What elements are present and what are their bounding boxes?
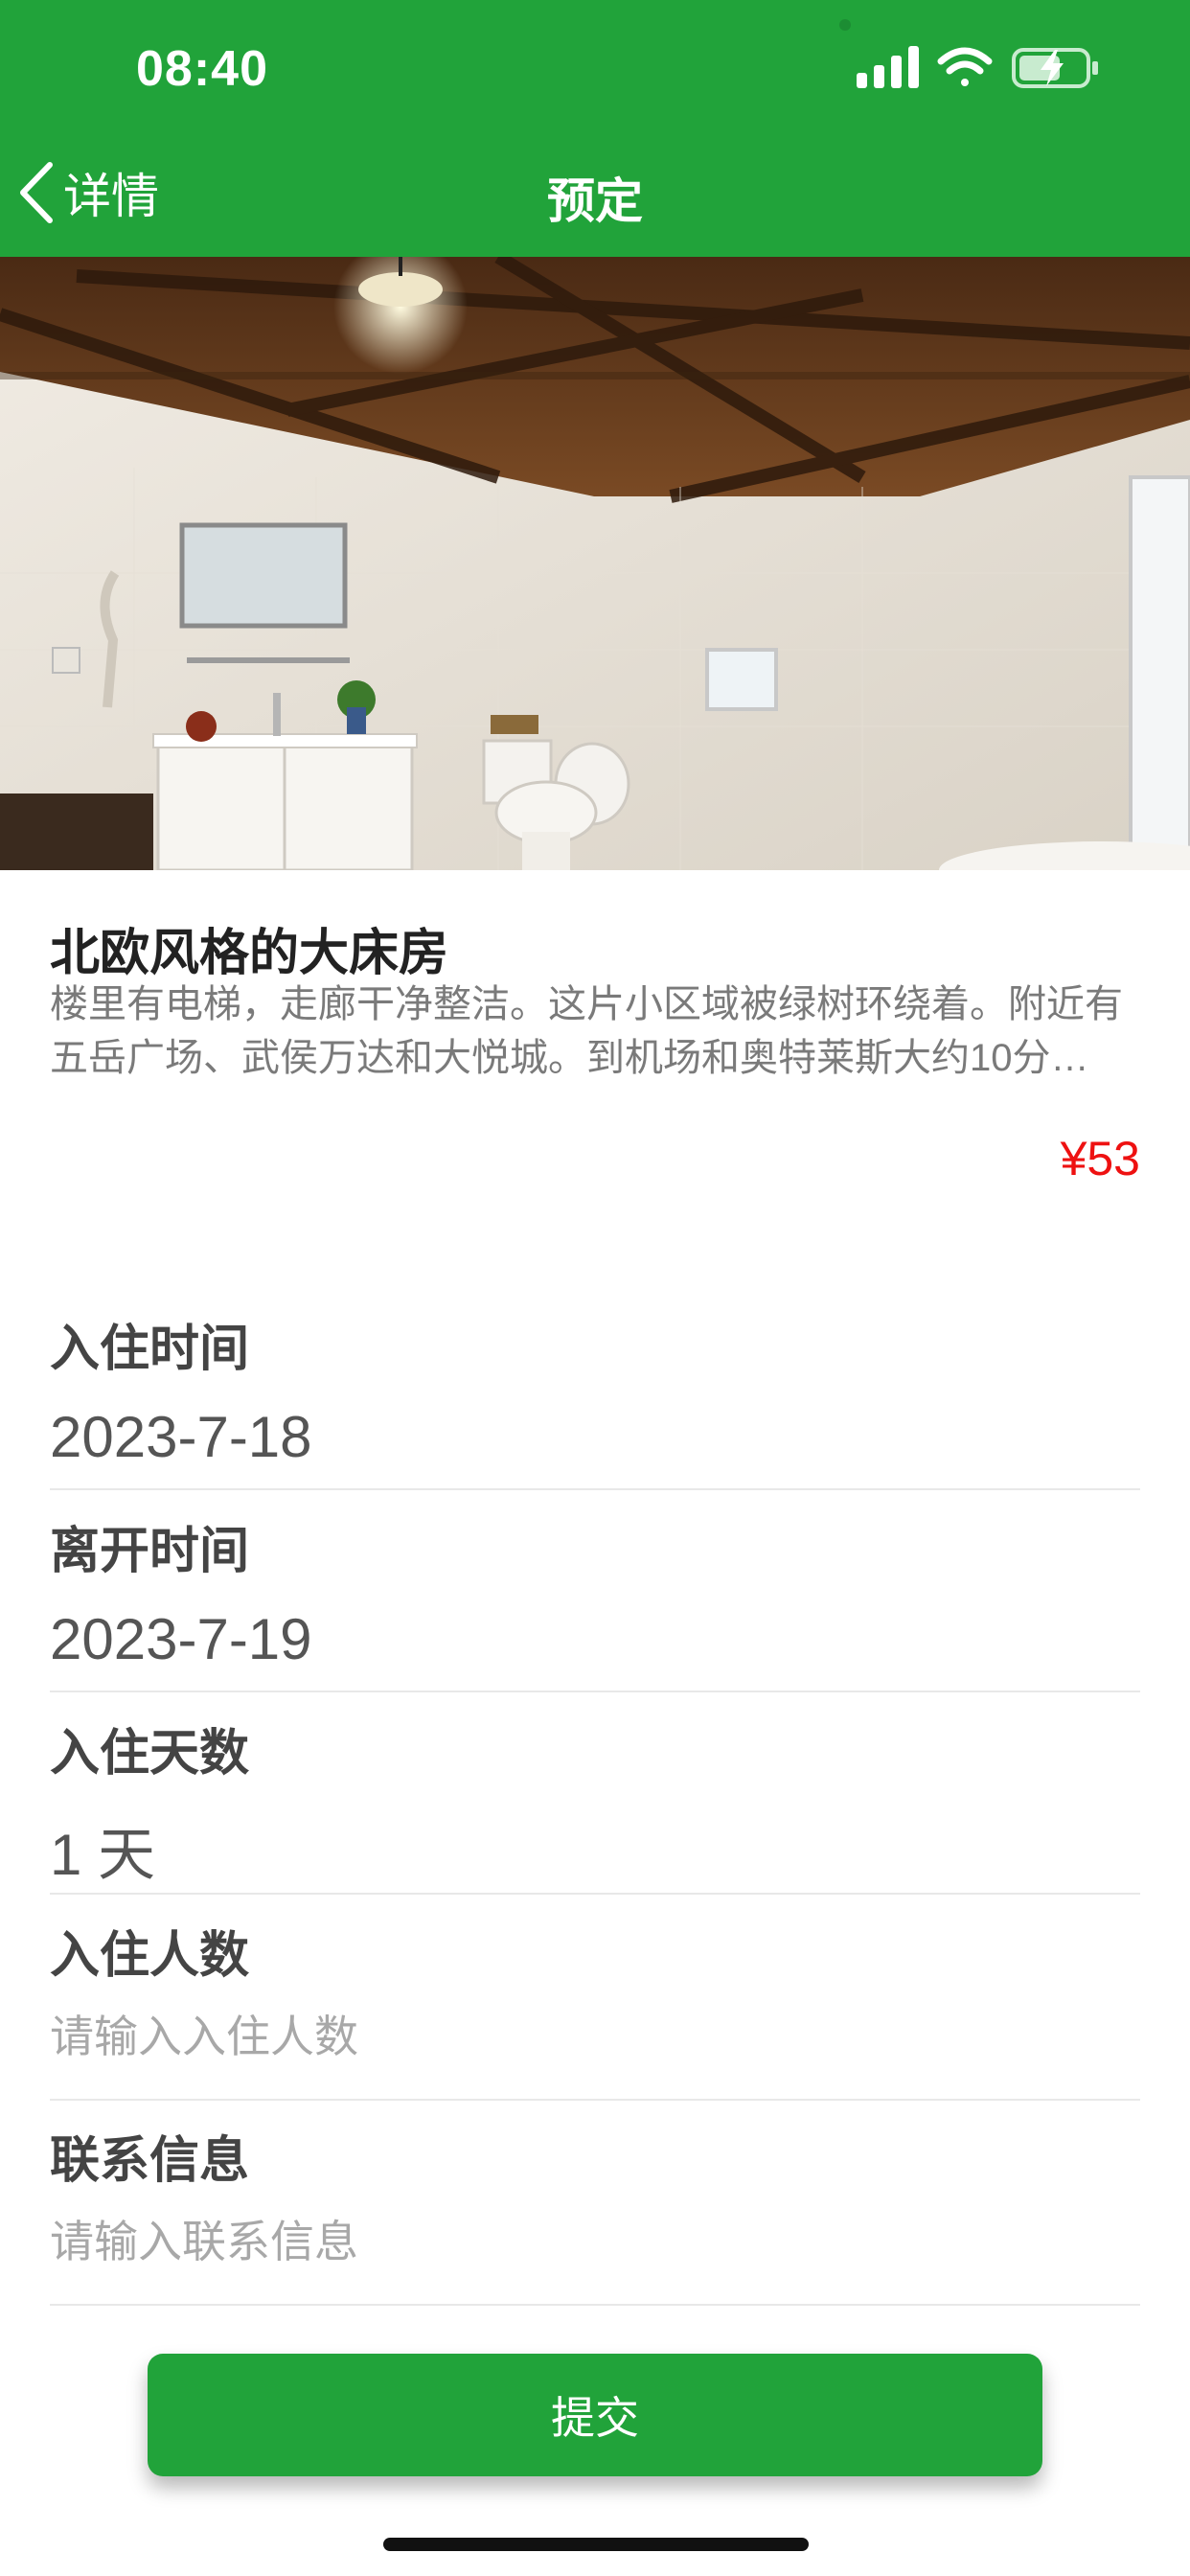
guests-field[interactable]: 入住人数 <box>50 1915 1140 2101</box>
guests-input[interactable] <box>50 2011 1104 2062</box>
nights-field: 入住天数 1 天 <box>50 1713 1140 1895</box>
signal-icon <box>857 46 919 88</box>
check-out-label: 离开时间 <box>50 1524 250 1579</box>
contact-label: 联系信息 <box>50 2133 250 2189</box>
camera-dot <box>839 19 851 31</box>
status-time: 08:40 <box>136 41 268 97</box>
nights-label: 入住天数 <box>50 1726 250 1782</box>
check-in-value[interactable]: 2023-7-18 <box>50 1404 312 1470</box>
guests-label: 入住人数 <box>50 1928 250 1984</box>
home-indicator[interactable] <box>383 2538 809 2551</box>
status-icons <box>857 46 1098 88</box>
room-description: 楼里有电梯，走廊干净整洁。这片小区域被绿树环绕着。附近有五岳广场、武侯万达和大悦… <box>50 983 1123 1079</box>
app-header: 08:40 详情 预定 <box>0 0 1190 257</box>
contact-input[interactable] <box>50 2216 1104 2267</box>
check-in-field[interactable]: 入住时间 2023-7-18 <box>50 1308 1140 1490</box>
wifi-icon <box>937 47 993 86</box>
check-out-field[interactable]: 离开时间 2023-7-19 <box>50 1510 1140 1692</box>
submit-button[interactable]: 提交 <box>148 2354 1042 2476</box>
room-title: 北欧风格的大床房 <box>50 926 449 981</box>
contact-field[interactable]: 联系信息 <box>50 2120 1140 2306</box>
check-in-label: 入住时间 <box>50 1322 250 1377</box>
room-photo <box>0 257 1190 870</box>
nights-value: 1 天 <box>50 1823 156 1887</box>
battery-icon <box>1012 48 1098 88</box>
room-price: ¥53 <box>1060 1132 1140 1185</box>
page-title: 预定 <box>547 174 643 228</box>
check-out-value[interactable]: 2023-7-19 <box>50 1606 312 1672</box>
